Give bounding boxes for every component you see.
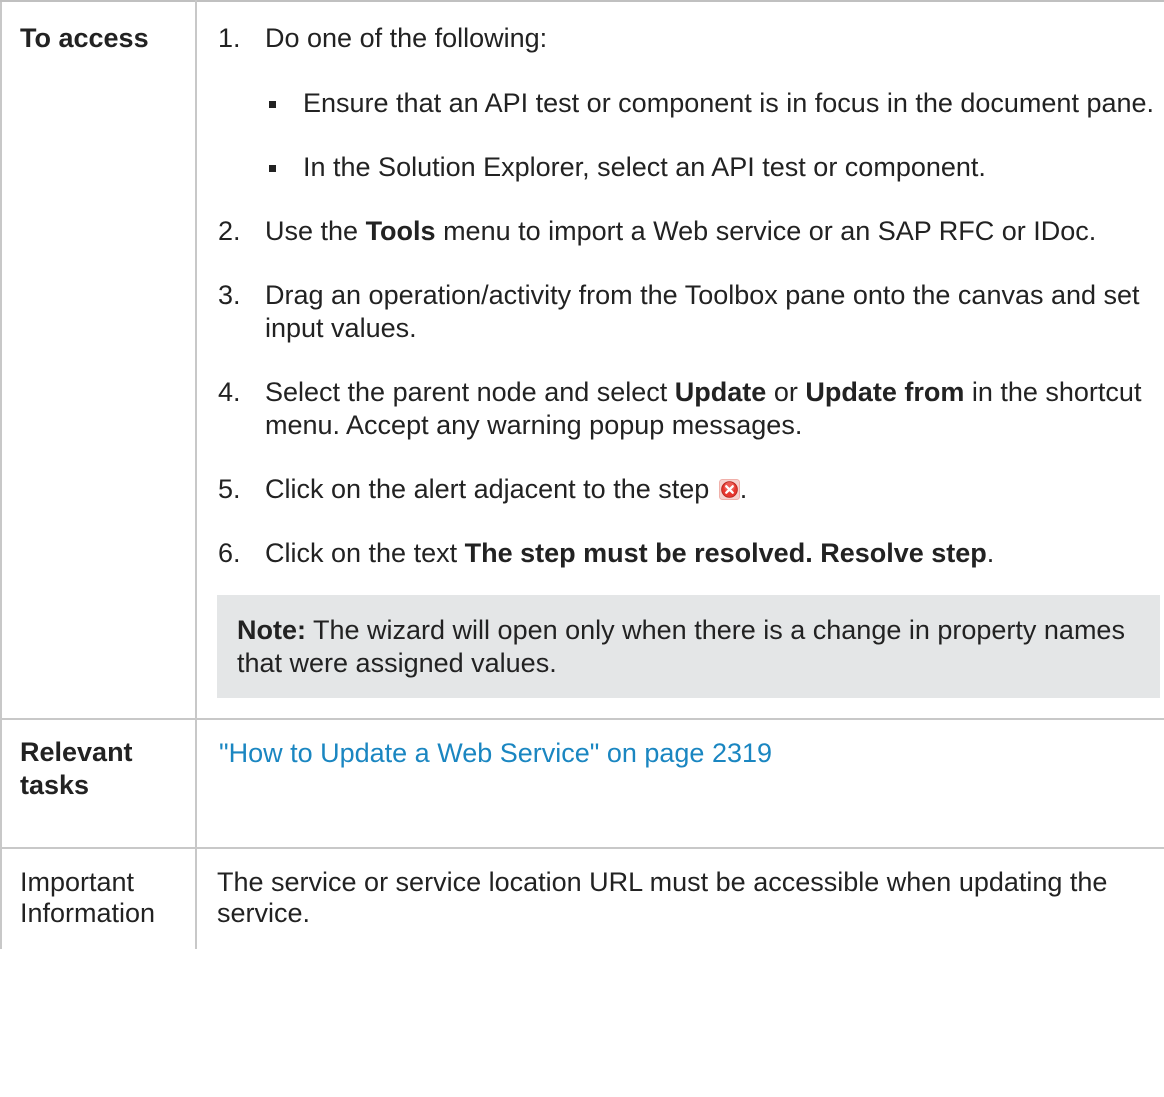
- row-relevant-tasks: Relevant tasks "How to Update a Web Serv…: [0, 718, 1164, 849]
- step-2-pre: Use the: [265, 216, 366, 246]
- bullet-item-1-text: Ensure that an API test or component is …: [303, 88, 1155, 118]
- step-3-text: Drag an operation/activity from the Tool…: [265, 280, 1140, 343]
- note-text: The wizard will open only when there is …: [237, 615, 1125, 678]
- label-to-access-text: To access: [20, 23, 149, 53]
- step-1-text: Do one of the following:: [265, 23, 548, 53]
- important-information-text: The service or service location URL must…: [217, 867, 1108, 928]
- step-4-bold-update: Update: [674, 377, 767, 407]
- step-4-mid: or: [766, 377, 806, 407]
- content-to-access: 1. Do one of the following: Ensure that …: [195, 0, 1164, 720]
- step-2-post: menu to import a Web service or an SAP R…: [435, 216, 1097, 246]
- row-important-information: Important Information The service or ser…: [0, 847, 1164, 949]
- step-3: 3. Drag an operation/activity from the T…: [217, 279, 1156, 345]
- step-number: 1.: [218, 23, 241, 53]
- step-number: 4.: [218, 377, 241, 407]
- info-table: To access 1. Do one of the following: En…: [0, 0, 1164, 949]
- step-6: 6. Click on the text The step must be re…: [217, 537, 1156, 570]
- step-4-bold-update-from: Update from: [805, 377, 965, 407]
- step-number: 3.: [218, 280, 241, 310]
- row-to-access: To access 1. Do one of the following: En…: [0, 0, 1164, 720]
- bullet-item-2: In the Solution Explorer, select an API …: [265, 151, 1156, 184]
- bullet-list: Ensure that an API test or component is …: [265, 87, 1156, 184]
- how-to-update-web-service-link[interactable]: "How to Update a Web Service" on page 23…: [219, 738, 772, 768]
- step-5: 5. Click on the alert adjacent to the st…: [217, 473, 1156, 506]
- step-1: 1. Do one of the following: Ensure that …: [217, 22, 1156, 184]
- step-4-pre: Select the parent node and select: [265, 377, 675, 407]
- step-number: 2.: [218, 216, 241, 246]
- label-relevant-tasks-text: Relevant tasks: [20, 737, 133, 800]
- label-to-access: To access: [0, 0, 197, 720]
- steps-list: 1. Do one of the following: Ensure that …: [217, 22, 1156, 570]
- content-relevant-tasks: "How to Update a Web Service" on page 23…: [195, 718, 1164, 849]
- note-box: Note: The wizard will open only when the…: [217, 595, 1160, 698]
- square-bullet-icon: [269, 101, 276, 108]
- note-label: Note:: [237, 615, 306, 645]
- bullet-item-2-text: In the Solution Explorer, select an API …: [303, 152, 986, 182]
- step-2-bold: Tools: [365, 216, 436, 246]
- content-important-information: The service or service location URL must…: [195, 847, 1164, 949]
- step-6-pre: Click on the text: [265, 538, 465, 568]
- bullet-item-1: Ensure that an API test or component is …: [265, 87, 1156, 120]
- label-relevant-tasks: Relevant tasks: [0, 718, 197, 849]
- label-important-information-text: Important Information: [20, 867, 156, 928]
- square-bullet-icon: [269, 165, 276, 172]
- step-5-text: Click on the alert adjacent to the step: [265, 474, 710, 504]
- step-6-bold: The step must be resolved. Resolve step: [464, 538, 987, 568]
- step-number: 6.: [218, 538, 241, 568]
- step-number: 5.: [218, 474, 241, 504]
- label-important-information: Important Information: [0, 847, 197, 949]
- step-5-post: .: [739, 474, 748, 504]
- step-4: 4. Select the parent node and select Upd…: [217, 376, 1156, 442]
- error-alert-icon: [718, 479, 740, 500]
- step-2: 2. Use the Tools menu to import a Web se…: [217, 215, 1156, 248]
- step-6-post: .: [986, 538, 995, 568]
